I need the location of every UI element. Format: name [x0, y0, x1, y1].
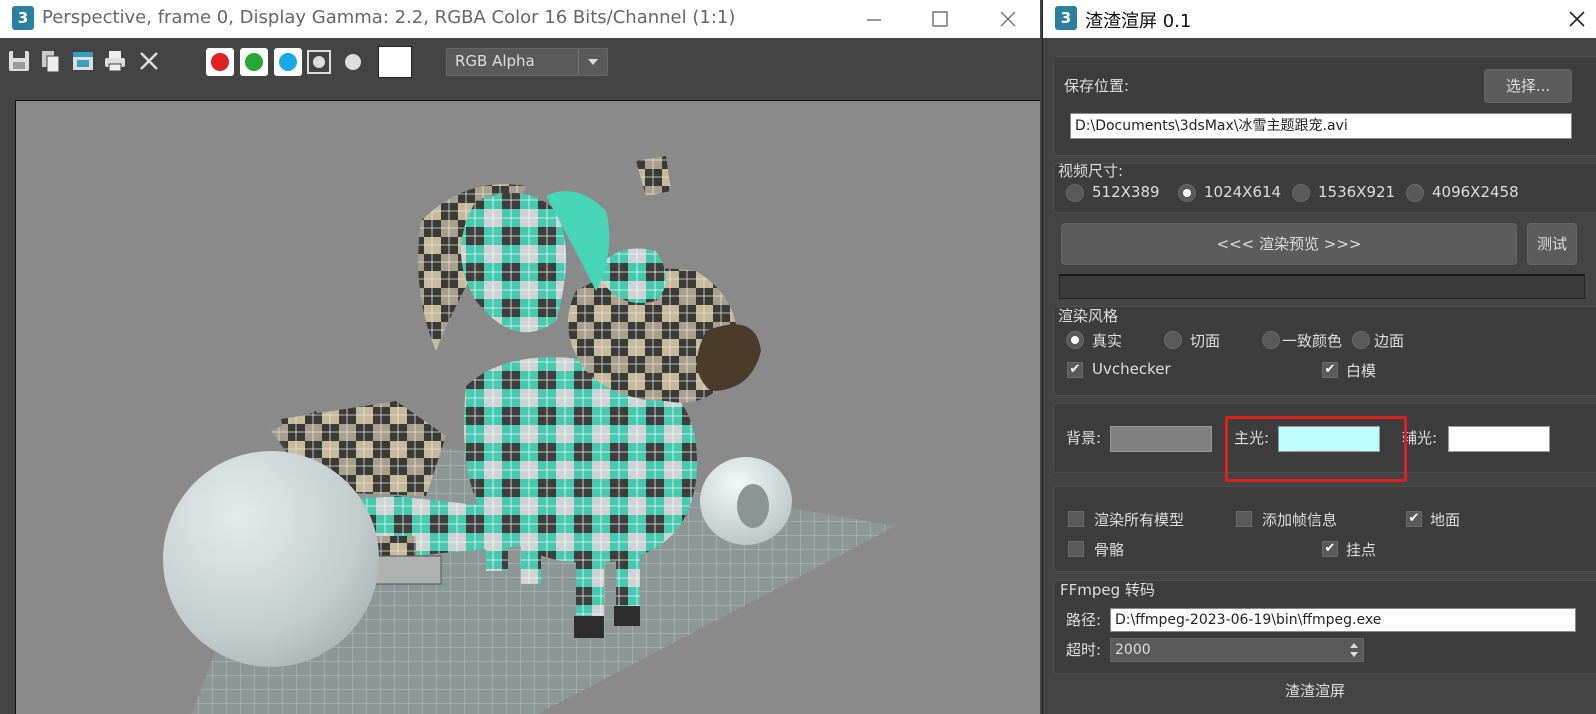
radio-512[interactable]	[1066, 184, 1084, 202]
white-model-label: 白模	[1346, 362, 1377, 380]
highlight-rectangle	[1225, 416, 1407, 482]
ffmpeg-path-label: 路径:	[1066, 611, 1102, 629]
bones-label: 骨骼	[1094, 541, 1125, 559]
minimize-icon[interactable]	[858, 4, 890, 34]
green-channel-toggle[interactable]	[240, 48, 268, 76]
render-toolbar: RGB Alpha	[0, 38, 1040, 86]
radio-4096[interactable]	[1406, 184, 1424, 202]
choose-file-button[interactable]: 选择...	[1484, 69, 1572, 103]
close-icon[interactable]	[992, 4, 1024, 34]
save-location-label: 保存位置:	[1064, 77, 1130, 95]
video-size-section: 视频尺寸: 512X389 1024X614 1536X921 4096X245…	[1053, 162, 1596, 213]
rendered-scene-image	[163, 156, 896, 714]
panel-titlebar[interactable]: 3 渣渣渲屏 0.1	[1043, 0, 1596, 38]
close-icon[interactable]	[1561, 4, 1593, 34]
clear-icon[interactable]	[136, 48, 162, 74]
render-titlebar[interactable]: 3 Perspective, frame 0, Display Gamma: 2…	[0, 0, 1040, 38]
style-flat-color-label: 一致颜色	[1282, 332, 1343, 350]
radio-flat-color[interactable]	[1262, 331, 1280, 349]
ffmpeg-label: FFmpeg 转码	[1060, 581, 1155, 599]
channel-dropdown-value: RGB Alpha	[455, 52, 535, 70]
blue-channel-toggle[interactable]	[274, 48, 302, 76]
ground-label: 地面	[1430, 511, 1461, 529]
size-4096-label: 4096X2458	[1432, 183, 1519, 201]
monochrome-icon[interactable]	[340, 49, 366, 75]
style-facets-label: 切面	[1190, 332, 1221, 350]
footer-label: 渣渣渲屏	[1285, 682, 1346, 700]
save-location-section: 保存位置: 选择... D:\Documents\3dsMax\冰雪主题跟宠.a…	[1053, 56, 1596, 156]
render-style-section: 渲染风格 真实 切面 一致颜色 边面 ✔ Uvchecker ✔ 白模	[1053, 306, 1596, 396]
fill-light-label: 辅光:	[1402, 429, 1438, 447]
frame-info-checkbox[interactable]	[1236, 511, 1252, 527]
3dsmax-app-icon: 3	[12, 6, 34, 30]
uvchecker-checkbox[interactable]: ✔	[1067, 362, 1083, 378]
radio-facets[interactable]	[1164, 331, 1182, 349]
chevron-down-icon[interactable]	[578, 49, 607, 75]
ground-checkbox[interactable]: ✔	[1406, 511, 1422, 527]
size-512-label: 512X389	[1092, 183, 1160, 201]
radio-1536[interactable]	[1292, 184, 1310, 202]
copy-icon[interactable]	[38, 48, 64, 74]
radio-1024[interactable]	[1178, 184, 1196, 202]
progress-bar	[1059, 274, 1585, 299]
ffmpeg-section: FFmpeg 转码 路径: D:\ffmpeg-2023-06-19\bin\f…	[1053, 580, 1596, 674]
video-size-label: 视频尺寸:	[1058, 162, 1124, 180]
print-icon[interactable]	[102, 48, 128, 74]
timeout-spinner[interactable]: 2000	[1110, 638, 1364, 662]
size-1536-label: 1536X921	[1318, 183, 1396, 201]
render-style-label: 渲染风格	[1058, 307, 1119, 325]
panel-title: 渣渣渲屏 0.1	[1085, 11, 1192, 32]
fill-light-color-picker[interactable]	[1448, 426, 1550, 452]
red-dot-icon	[211, 53, 229, 71]
test-button[interactable]: 测试	[1527, 223, 1577, 265]
render-all-label: 渲染所有模型	[1094, 511, 1185, 529]
helpers-checkbox[interactable]: ✔	[1322, 541, 1338, 557]
radio-edged-faces[interactable]	[1352, 331, 1370, 349]
green-dot-icon	[245, 53, 263, 71]
radio-realistic[interactable]	[1066, 331, 1084, 349]
render-frame-window: 3 Perspective, frame 0, Display Gamma: 2…	[0, 0, 1040, 714]
render-all-checkbox[interactable]	[1068, 511, 1084, 527]
channel-display-dropdown[interactable]: RGB Alpha	[446, 48, 608, 76]
ffmpeg-path-field[interactable]: D:\ffmpeg-2023-06-19\bin\ffmpeg.exe	[1110, 608, 1576, 632]
3dsmax-app-icon: 3	[1055, 6, 1077, 30]
render-preview-button[interactable]: <<< 渲染预览 >>>	[1061, 223, 1517, 265]
save-icon[interactable]	[6, 48, 32, 74]
size-1024-label: 1024X614	[1204, 183, 1282, 201]
bones-checkbox[interactable]	[1068, 541, 1084, 557]
clone-window-icon[interactable]	[70, 48, 96, 74]
options-section: 渲染所有模型 添加帧信息 ✔ 地面 骨骼 ✔ 挂点	[1053, 486, 1596, 572]
timeout-label: 超时:	[1066, 641, 1102, 659]
spinner-arrows-icon[interactable]	[1349, 641, 1359, 659]
render-viewport[interactable]	[15, 100, 1040, 714]
background-label: 背景:	[1066, 429, 1102, 447]
maximize-icon[interactable]	[924, 4, 956, 34]
white-model-checkbox[interactable]: ✔	[1322, 362, 1338, 378]
uvchecker-label: Uvchecker	[1092, 360, 1171, 378]
helpers-label: 挂点	[1346, 541, 1377, 559]
blue-dot-icon	[279, 53, 297, 71]
alpha-channel-icon[interactable]	[306, 49, 332, 75]
style-realistic-label: 真实	[1092, 332, 1123, 350]
timeout-value: 2000	[1115, 642, 1151, 658]
frame-info-label: 添加帧信息	[1262, 511, 1338, 529]
red-channel-toggle[interactable]	[206, 48, 234, 76]
render-window-title: Perspective, frame 0, Display Gamma: 2.2…	[42, 7, 736, 28]
style-edged-faces-label: 边面	[1374, 332, 1405, 350]
save-path-field[interactable]: D:\Documents\3dsMax\冰雪主题跟宠.avi	[1070, 113, 1572, 139]
background-color-swatch[interactable]	[378, 46, 412, 78]
background-color-picker[interactable]	[1110, 426, 1212, 452]
render-tool-panel: 3 渣渣渲屏 0.1 保存位置: 选择... D:\Documents\3dsM…	[1042, 0, 1596, 714]
